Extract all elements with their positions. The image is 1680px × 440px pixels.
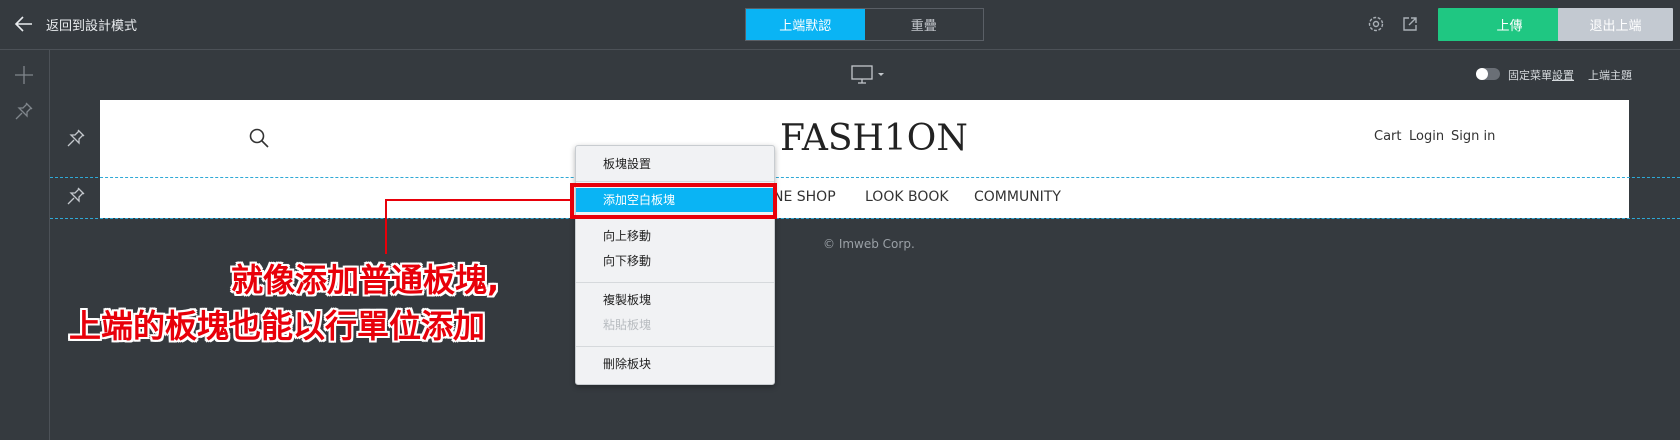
search-icon[interactable] bbox=[248, 127, 270, 149]
menu-item-paste-block: 粘貼板塊 bbox=[603, 318, 652, 332]
pin-row-icon[interactable] bbox=[66, 128, 86, 148]
annotation-line-1: 就像添加普通板塊, bbox=[231, 261, 500, 299]
callout-line bbox=[385, 199, 571, 201]
pin-row-icon[interactable] bbox=[66, 186, 86, 206]
pin-icon[interactable] bbox=[13, 100, 35, 122]
callout-line bbox=[385, 199, 387, 254]
menu-separator bbox=[576, 181, 774, 182]
menu-separator bbox=[576, 346, 774, 347]
fixed-menu-label: 固定菜單 bbox=[1508, 69, 1552, 82]
external-link-icon[interactable] bbox=[1400, 14, 1420, 34]
site-logo[interactable]: FASH1ON bbox=[780, 118, 968, 159]
menu-item-copy-block[interactable]: 複製板塊 bbox=[576, 288, 774, 312]
tab-default-header[interactable]: 上端默認 bbox=[746, 9, 865, 40]
fixed-menu-setting: 固定菜單設置 bbox=[1508, 67, 1574, 83]
gear-icon[interactable] bbox=[1366, 14, 1386, 34]
row-divider bbox=[50, 218, 1680, 219]
top-theme-link[interactable]: 上端主題 bbox=[1588, 67, 1632, 83]
left-sidebar bbox=[0, 50, 50, 440]
back-arrow-icon[interactable] bbox=[12, 12, 36, 36]
highlight-box bbox=[570, 183, 777, 219]
annotation-line-2: 上端的板塊也能以行單位添加 bbox=[69, 307, 486, 345]
menu-item-move-down[interactable]: 向下移動 bbox=[576, 249, 774, 273]
login-link[interactable]: Login bbox=[1409, 129, 1444, 144]
row-divider bbox=[50, 177, 1680, 178]
exit-header-button[interactable]: 退出上端 bbox=[1558, 8, 1673, 41]
signin-link[interactable]: Sign in bbox=[1451, 129, 1495, 144]
desktop-device-icon[interactable] bbox=[851, 65, 889, 85]
header-mode-toggle: 上端默認 重疊 bbox=[745, 8, 984, 41]
menu-item-delete-block[interactable]: 刪除板块 bbox=[576, 352, 774, 376]
fixed-menu-settings-link[interactable]: 設置 bbox=[1552, 69, 1574, 82]
cart-link[interactable]: Cart bbox=[1374, 129, 1402, 144]
block-context-menu: 板塊設置 添加空白板塊 向上移動 向下移動 複製板塊 粘貼板塊 刪除板块 bbox=[575, 145, 775, 385]
nav-item-community[interactable]: COMMUNITY bbox=[974, 189, 1061, 205]
nav-item-online-shop[interactable]: NE SHOP bbox=[773, 189, 836, 205]
top-bar: 返回到設計模式 上端默認 重疊 上傳 退出上端 bbox=[0, 0, 1680, 50]
fixed-menu-toggle[interactable] bbox=[1476, 68, 1500, 80]
back-to-design-label[interactable]: 返回到設計模式 bbox=[46, 15, 137, 34]
copyright-text: © Imweb Corp. bbox=[823, 237, 915, 251]
nav-item-look-book[interactable]: LOOK BOOK bbox=[865, 189, 949, 205]
menu-item-block-settings[interactable]: 板塊設置 bbox=[576, 152, 774, 176]
tab-overlay-header[interactable]: 重疊 bbox=[865, 9, 984, 40]
menu-item-move-up[interactable]: 向上移動 bbox=[576, 224, 774, 248]
add-icon[interactable] bbox=[13, 64, 35, 86]
menu-separator bbox=[576, 282, 774, 283]
